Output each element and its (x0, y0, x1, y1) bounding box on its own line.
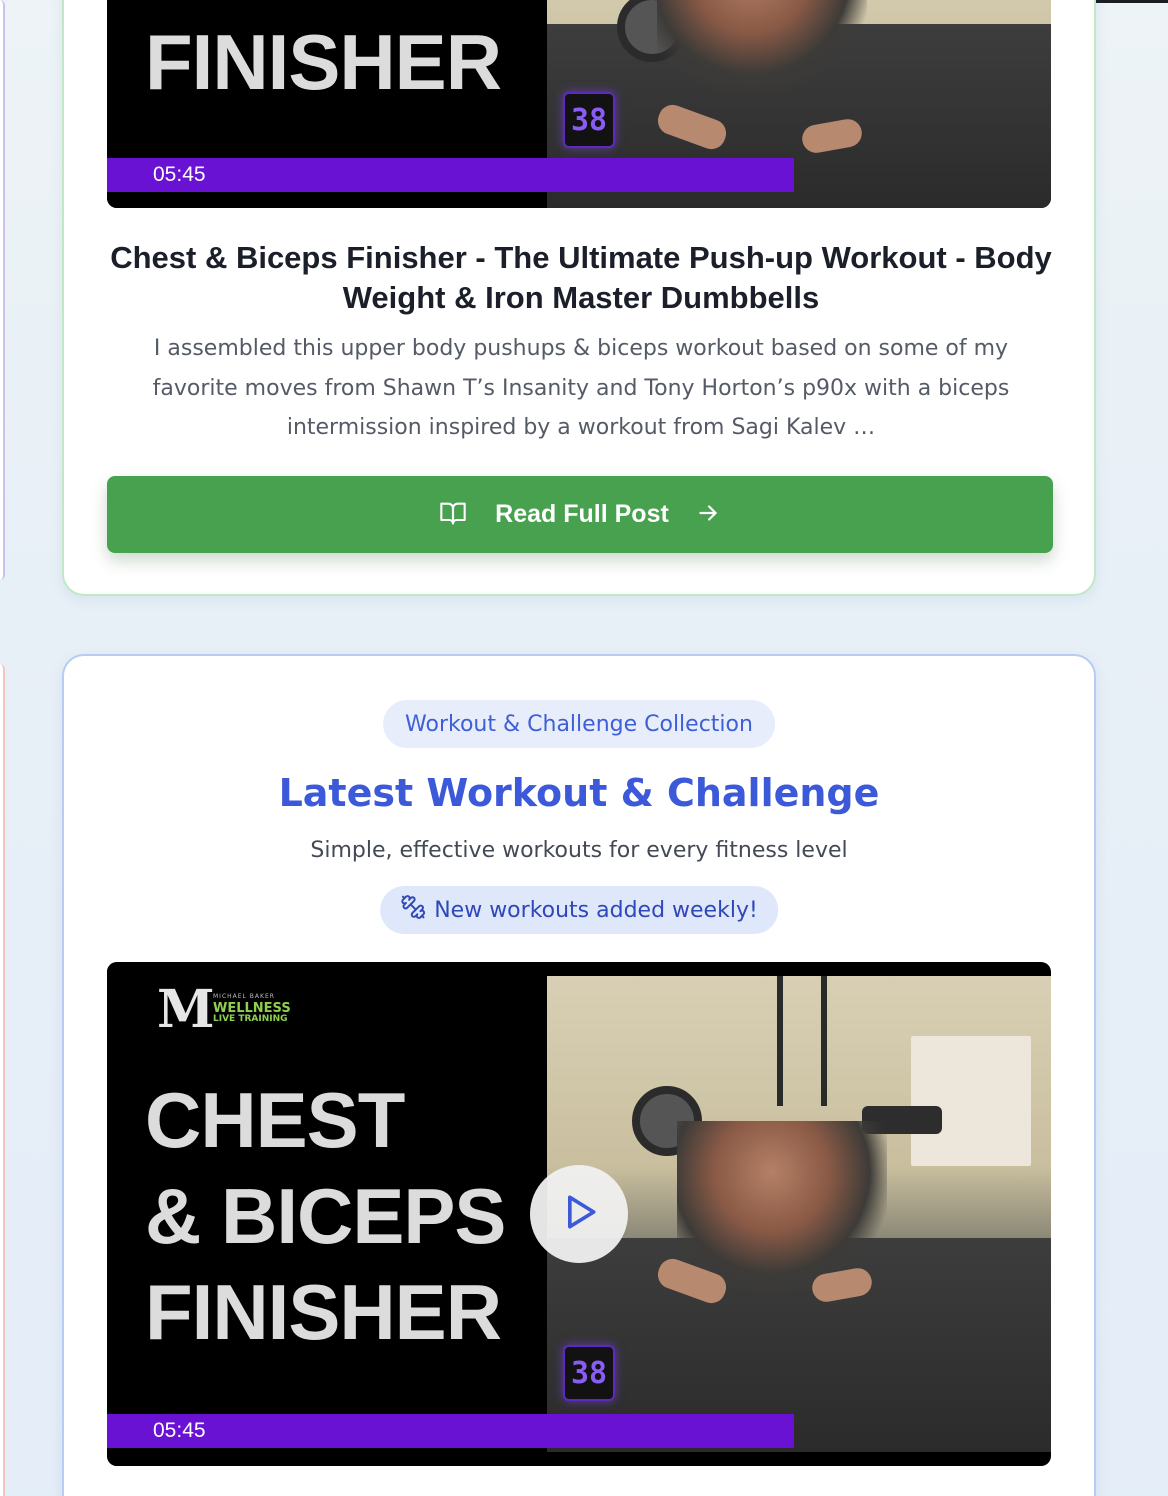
thumbnail-title: FINISHER (145, 18, 502, 106)
video-duration: 05:45 (153, 1419, 206, 1442)
adjacent-card-edge (0, 664, 5, 1496)
play-icon (557, 1190, 601, 1238)
section-subheading: Simple, effective workouts for every fit… (310, 838, 848, 863)
read-full-post-button[interactable]: Read Full Post (107, 476, 1053, 553)
thumbnail-badge: 38 (563, 1345, 615, 1401)
collection-badge: Workout & Challenge Collection (383, 700, 775, 748)
weekly-note-badge: New workouts added weekly! (380, 886, 778, 934)
thumbnail-progress-bar (107, 158, 794, 192)
dumbbell-icon (400, 894, 434, 926)
post-title[interactable]: Chest & Biceps Finisher - The Ultimate P… (104, 238, 1058, 318)
arrow-right-icon (695, 500, 721, 530)
thumbnail-title-line: CHEST (145, 1076, 405, 1164)
thumbnail-badge: 38 (563, 92, 615, 148)
thumbnail-title-line: FINISHER (145, 1268, 502, 1356)
read-full-post-label: Read Full Post (495, 500, 669, 528)
adjacent-card-edge (0, 0, 5, 580)
workout-section-card: Workout & Challenge Collection Latest Wo… (62, 654, 1096, 1496)
brand-logo: M (157, 979, 215, 1040)
weekly-note-text: New workouts added weekly! (434, 897, 758, 923)
blog-post-card: FINISHER 38 05:45 Chest & Biceps Finishe… (62, 0, 1096, 596)
video-duration: 05:45 (153, 163, 206, 186)
brand-logo-text: MICHAEL BAKER WELLNESS LIVE TRAINING (213, 993, 291, 1024)
thumbnail-title-line: & BICEPS (145, 1172, 506, 1260)
play-button[interactable] (530, 1165, 628, 1263)
post-excerpt: I assembled this upper body pushups & bi… (152, 336, 1010, 440)
section-heading: Latest Workout & Challenge (278, 771, 880, 815)
book-open-icon (439, 499, 467, 531)
thumbnail-progress-bar (107, 1414, 794, 1448)
video-thumbnail[interactable]: M MICHAEL BAKER WELLNESS LIVE TRAINING C… (107, 962, 1051, 1466)
post-thumbnail[interactable]: FINISHER 38 05:45 (107, 0, 1051, 208)
